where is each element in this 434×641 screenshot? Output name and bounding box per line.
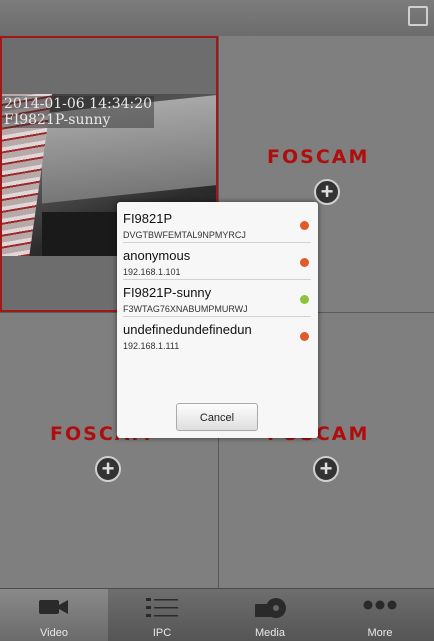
device-name: undefinedundefinedun [123, 322, 252, 337]
tab-label: More [367, 627, 393, 639]
fullscreen-icon[interactable] [408, 6, 428, 26]
status-offline-icon [300, 258, 309, 267]
camera-osd: 2014-01-06 14:34:20 FI9821P-sunny [2, 96, 155, 128]
bottom-nav: Video IPC Media More [0, 588, 434, 641]
tab-label: Video [40, 627, 68, 639]
status-offline-icon [300, 221, 309, 230]
tab-video[interactable]: Video [0, 589, 108, 641]
tab-media[interactable]: Media [216, 589, 324, 641]
device-name: FI9821P [123, 211, 173, 226]
osd-timestamp: 2014-01-06 14:34:20 [4, 96, 153, 112]
add-camera-icon[interactable]: + [313, 456, 339, 482]
device-detail: 192.168.1.101 [123, 267, 181, 277]
device-select-dialog: FI9821P DVGTBWFEMTAL9NPMYRCJ anonymous 1… [117, 202, 318, 438]
video-camera-icon [39, 600, 68, 614]
osd-camera-name: FI9821P-sunny [4, 112, 111, 128]
tab-label: IPC [152, 627, 172, 639]
media-icon [255, 598, 286, 618]
device-detail: 192.168.1.111 [123, 341, 180, 351]
add-camera-icon[interactable]: + [95, 456, 121, 482]
device-detail: DVGTBWFEMTAL9NPMYRCJ [123, 230, 246, 240]
top-bar [0, 0, 434, 36]
list-icon [146, 598, 178, 617]
more-icon [363, 600, 397, 610]
cancel-button[interactable]: Cancel [176, 403, 258, 431]
foscam-logo: FOSCAM [267, 146, 370, 168]
status-offline-icon [300, 332, 309, 341]
device-item[interactable]: anonymous 192.168.1.101 [123, 243, 311, 280]
tab-ipc[interactable]: IPC [108, 589, 216, 641]
device-name: FI9821P-sunny [123, 285, 212, 300]
device-detail: F3WTAG76XNABUMPMURWJ [123, 304, 248, 314]
status-online-icon [300, 295, 309, 304]
device-item[interactable]: FI9821P-sunny F3WTAG76XNABUMPMURWJ [123, 280, 311, 317]
add-camera-icon[interactable]: + [314, 179, 340, 205]
tab-more[interactable]: More [326, 589, 434, 641]
device-name: anonymous [123, 248, 191, 263]
tab-label: Media [255, 627, 285, 639]
device-item[interactable]: undefinedundefinedun 192.168.1.111 [123, 317, 311, 354]
device-item[interactable]: FI9821P DVGTBWFEMTAL9NPMYRCJ [123, 206, 311, 243]
